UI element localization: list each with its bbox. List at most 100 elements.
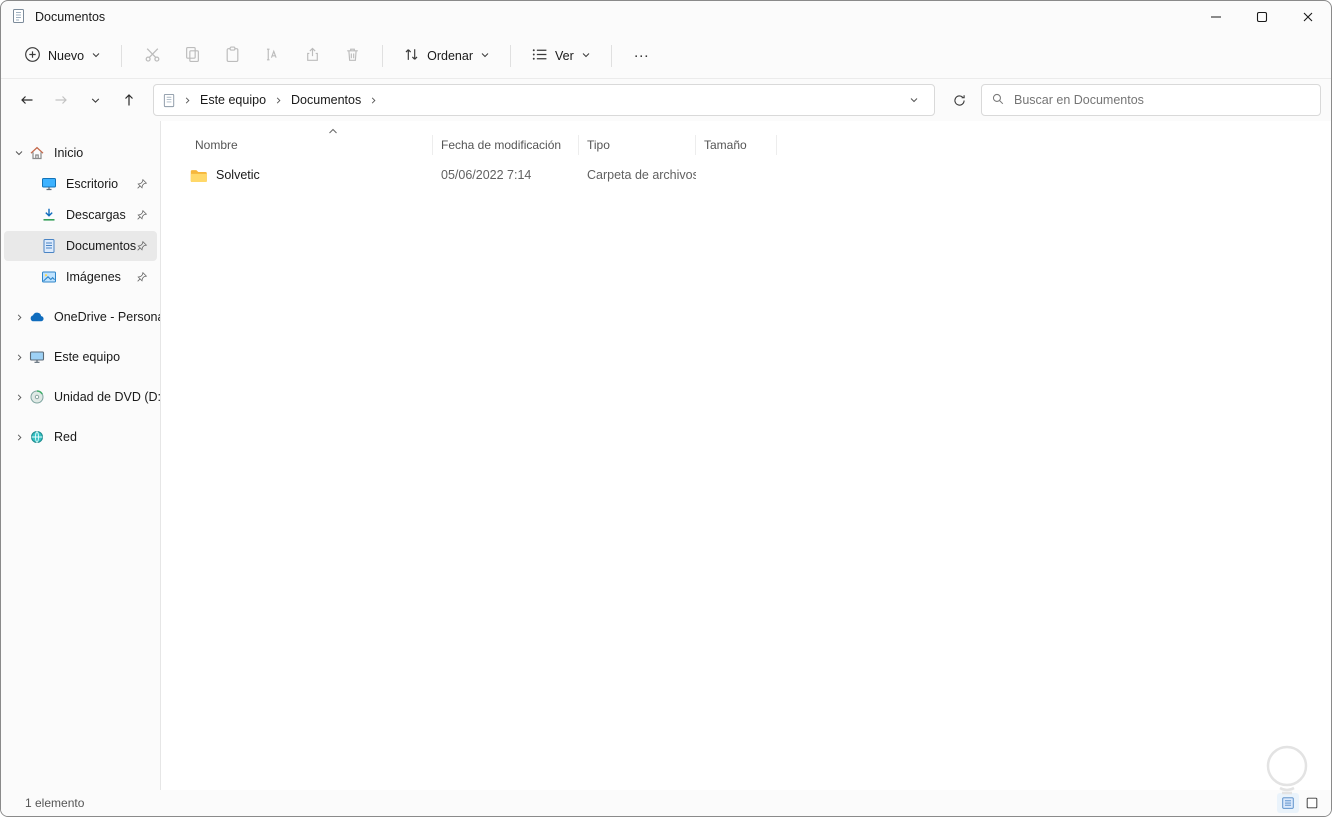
recent-locations-button[interactable]	[79, 84, 111, 116]
downloads-icon	[40, 207, 57, 224]
minimize-button[interactable]	[1193, 1, 1239, 33]
file-explorer-window: Documentos Nuevo Ordenar Ver … Este equi…	[0, 0, 1332, 817]
rename-icon	[264, 46, 281, 66]
sidebar-item-label: Este equipo	[54, 350, 121, 364]
chevron-right-icon[interactable]	[10, 313, 28, 322]
pin-icon	[136, 178, 148, 190]
file-list-header: Nombre Fecha de modificación Tipo Tamaño	[187, 128, 1331, 159]
chevron-right-icon[interactable]	[10, 353, 28, 362]
ellipsis-icon: …	[633, 43, 651, 61]
refresh-button[interactable]	[943, 84, 975, 116]
sort-button[interactable]: Ordenar	[394, 39, 499, 73]
delete-button[interactable]	[333, 39, 371, 73]
sidebar-item-documentos[interactable]: Documentos	[4, 231, 157, 261]
chevron-down-icon	[91, 49, 101, 63]
view-button-label: Ver	[555, 48, 574, 63]
sidebar: Inicio Escritorio Descargas Documentos I…	[1, 121, 161, 790]
pin-icon	[136, 209, 148, 221]
column-header-tipo[interactable]: Tipo	[579, 135, 696, 155]
share-button[interactable]	[293, 39, 331, 73]
paste-button[interactable]	[213, 39, 251, 73]
window-title: Documentos	[35, 10, 106, 24]
breadcrumb-chevron-icon	[272, 96, 285, 105]
breadcrumb-bar[interactable]: Este equipo Documentos	[153, 84, 935, 116]
chevron-right-icon[interactable]	[10, 433, 28, 442]
computer-icon	[28, 349, 45, 366]
onedrive-cloud-icon	[28, 309, 45, 326]
view-list-icon	[531, 46, 548, 66]
copy-icon	[184, 46, 201, 66]
copy-button[interactable]	[173, 39, 211, 73]
chevron-down-icon	[480, 49, 490, 63]
sidebar-item-dvd[interactable]: Unidad de DVD (D:)	[4, 382, 160, 412]
breadcrumb-chevron-icon	[367, 96, 380, 105]
breadcrumb-documentos[interactable]: Documentos	[285, 89, 367, 111]
pictures-icon	[40, 269, 57, 286]
clipboard-icon	[224, 45, 241, 66]
sidebar-item-imagenes[interactable]: Imágenes	[4, 262, 157, 292]
column-header-fecha[interactable]: Fecha de modificación	[433, 135, 579, 155]
breadcrumb-chevron-icon	[181, 96, 194, 105]
documents-icon	[40, 238, 57, 255]
scissors-icon	[144, 46, 161, 66]
main-area: Inicio Escritorio Descargas Documentos I…	[1, 121, 1331, 790]
file-modified: 05/06/2022 7:14	[441, 168, 532, 182]
more-options-button[interactable]: …	[623, 39, 661, 73]
home-icon	[28, 145, 45, 162]
back-button[interactable]	[11, 84, 43, 116]
sort-ascending-indicator	[327, 124, 339, 138]
forward-button[interactable]	[45, 84, 77, 116]
sidebar-item-escritorio[interactable]: Escritorio	[4, 169, 157, 199]
sidebar-item-red[interactable]: Red	[4, 422, 157, 452]
cut-button[interactable]	[133, 39, 171, 73]
folder-icon	[189, 167, 208, 184]
chevron-right-icon[interactable]	[10, 393, 28, 402]
toolbar-divider	[382, 44, 384, 67]
thumbnails-view-button[interactable]	[1301, 793, 1323, 813]
toolbar-divider	[510, 44, 511, 67]
sort-button-label: Ordenar	[427, 48, 473, 63]
sidebar-item-este-equipo[interactable]: Este equipo	[4, 342, 157, 372]
search-input[interactable]	[1012, 92, 1311, 108]
share-icon	[304, 46, 321, 66]
file-list: Nombre Fecha de modificación Tipo Tamaño…	[161, 121, 1331, 790]
up-button[interactable]	[113, 84, 145, 116]
item-count: 1 elemento	[25, 796, 85, 810]
toolbar-divider	[610, 44, 612, 67]
status-bar: 1 elemento	[1, 790, 1331, 816]
address-dropdown-button[interactable]	[902, 88, 926, 112]
new-button[interactable]: Nuevo	[15, 39, 110, 73]
file-row-solvetic[interactable]: Solvetic 05/06/2022 7:14 Carpeta de arch…	[187, 159, 1331, 191]
sidebar-item-label: OneDrive - Personal	[54, 310, 161, 324]
sidebar-item-label: Descargas	[66, 208, 126, 222]
column-header-tamano[interactable]: Tamaño	[696, 135, 777, 155]
sidebar-item-descargas[interactable]: Descargas	[4, 200, 157, 230]
sort-arrows-icon	[403, 46, 420, 66]
sidebar-item-label: Documentos	[66, 239, 137, 253]
sidebar-item-label: Imágenes	[66, 270, 121, 284]
sidebar-item-label: Red	[54, 430, 77, 444]
breadcrumb-este-equipo[interactable]: Este equipo	[194, 89, 272, 111]
sidebar-item-inicio[interactable]: Inicio	[4, 138, 157, 168]
file-type: Carpeta de archivos	[587, 168, 696, 182]
details-view-button[interactable]	[1277, 793, 1299, 813]
plus-circle-icon	[24, 46, 41, 66]
title-bar: Documentos	[1, 1, 1331, 33]
app-document-icon	[11, 8, 27, 27]
new-button-label: Nuevo	[48, 48, 85, 63]
column-header-nombre[interactable]: Nombre	[187, 135, 433, 155]
search-box	[981, 84, 1321, 116]
search-icon	[991, 92, 1005, 109]
sidebar-item-label: Escritorio	[66, 177, 119, 191]
close-button[interactable]	[1285, 1, 1331, 33]
toolbar-divider	[121, 44, 123, 67]
chevron-down-icon[interactable]	[10, 148, 28, 158]
toolbar: Nuevo Ordenar Ver …	[1, 33, 1331, 79]
view-button[interactable]: Ver	[522, 39, 600, 73]
sidebar-item-onedrive[interactable]: OneDrive - Personal	[4, 302, 160, 332]
trash-icon	[344, 46, 361, 66]
rename-button[interactable]	[253, 39, 291, 73]
pin-icon	[136, 240, 148, 252]
location-document-icon	[162, 93, 181, 108]
maximize-button[interactable]	[1239, 1, 1285, 33]
